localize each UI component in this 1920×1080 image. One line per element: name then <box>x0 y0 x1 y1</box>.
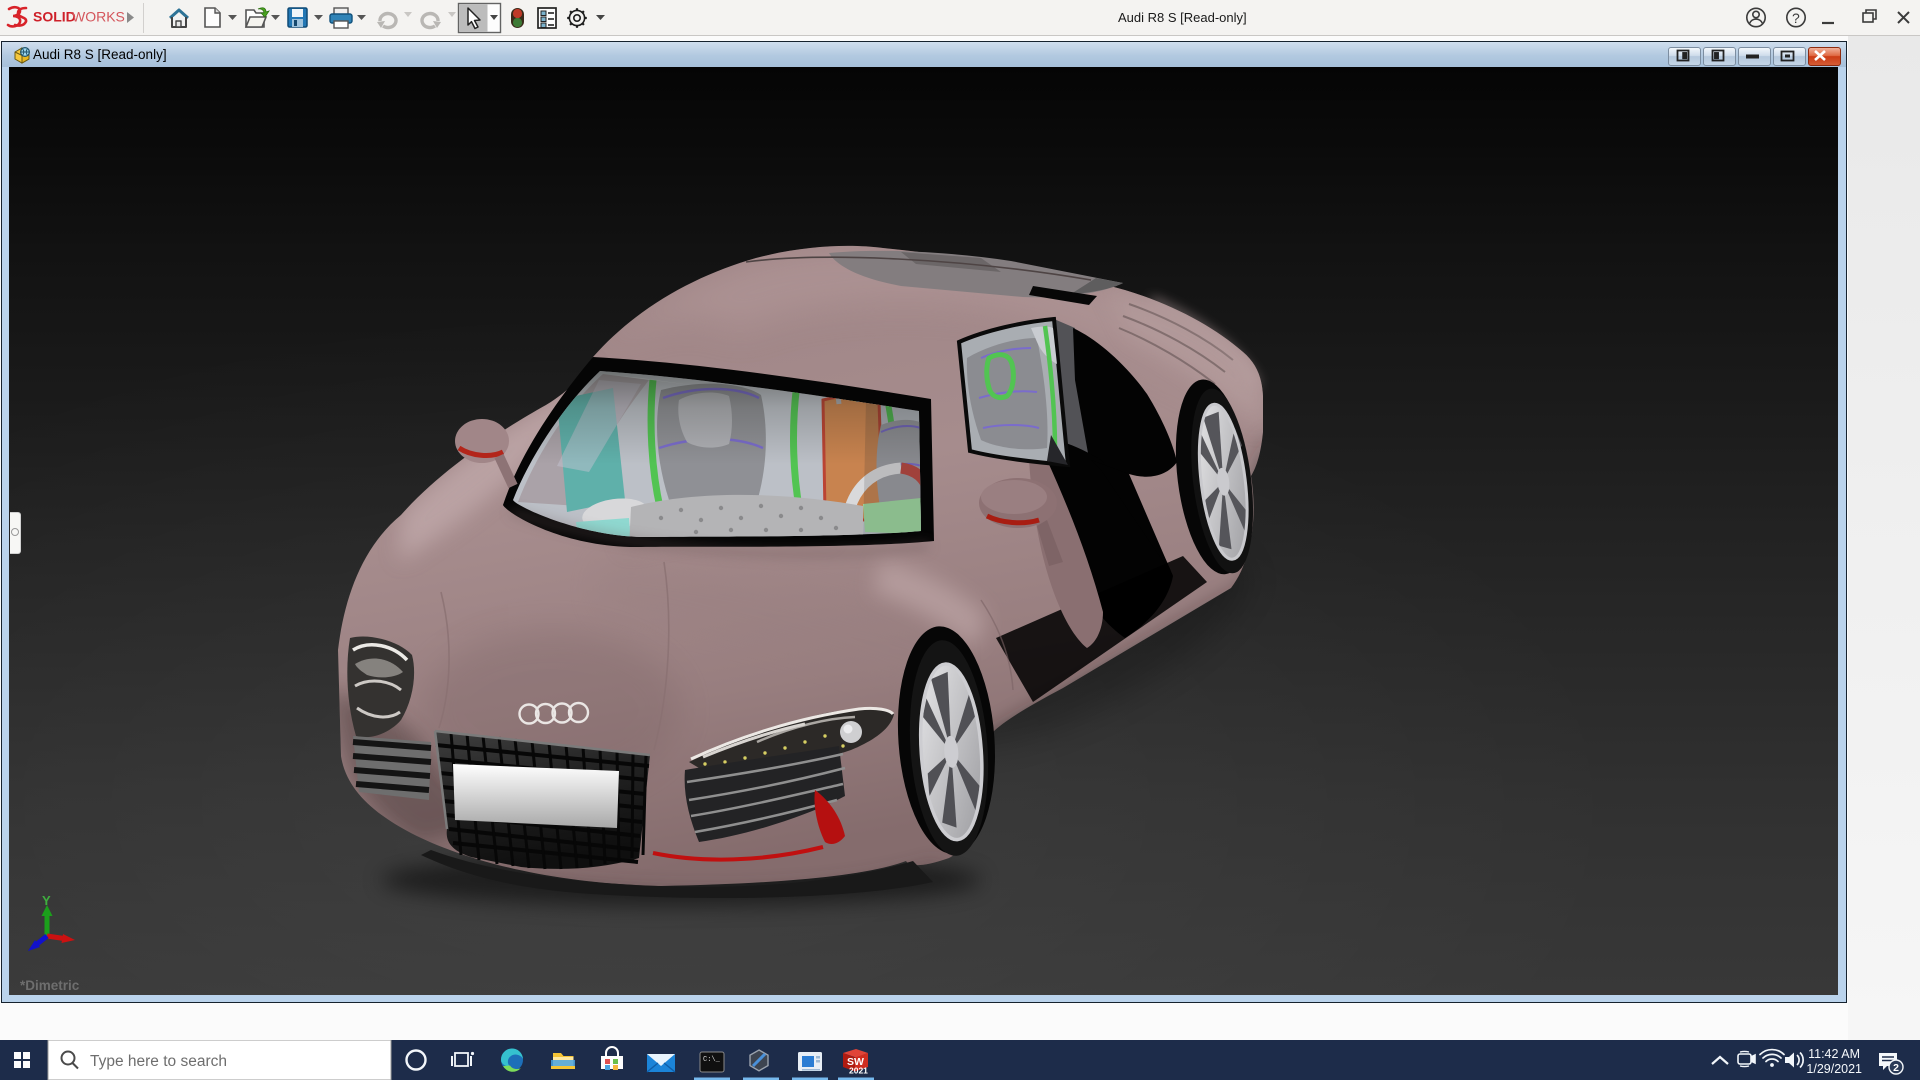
svg-text:WORKS: WORKS <box>72 9 125 25</box>
svg-text:?: ? <box>1792 10 1800 26</box>
svg-text:2: 2 <box>1893 1062 1899 1074</box>
svg-text:11:42 AM: 11:42 AM <box>1808 1047 1860 1061</box>
svg-text:Y: Y <box>42 893 51 908</box>
svg-text:2021: 2021 <box>849 1066 868 1076</box>
svg-text:*Dimetric: *Dimetric <box>20 978 80 993</box>
svg-text:C:\_: C:\_ <box>703 1056 721 1064</box>
svg-text:Type here to search: Type here to search <box>90 1053 227 1070</box>
svg-text:1/29/2021: 1/29/2021 <box>1806 1062 1862 1076</box>
svg-text:SOLID: SOLID <box>33 9 76 25</box>
